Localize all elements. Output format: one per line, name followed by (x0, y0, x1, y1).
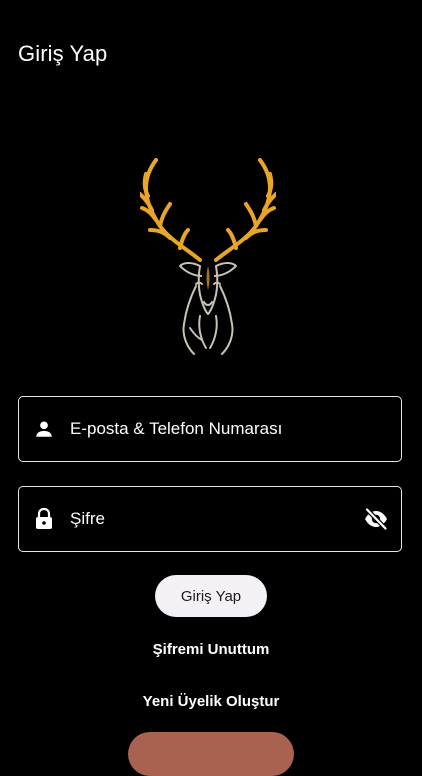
person-icon (32, 417, 56, 441)
password-field[interactable]: Şifre (18, 486, 402, 552)
email-field[interactable]: E-posta & Telefon Numarası (18, 396, 402, 462)
register-link[interactable]: Yeni Üyelik Oluştur (0, 693, 422, 710)
eye-off-icon[interactable] (363, 506, 389, 532)
page-title: Giriş Yap (18, 41, 108, 66)
forgot-password-link[interactable]: Şifremi Unuttum (0, 641, 422, 658)
login-button[interactable]: Giriş Yap (155, 575, 267, 617)
lock-icon (32, 507, 56, 531)
bottom-action-button[interactable] (128, 732, 294, 776)
email-field-placeholder: E-posta & Telefon Numarası (70, 419, 283, 438)
deer-logo (138, 158, 278, 358)
password-field-placeholder: Şifre (70, 509, 105, 528)
deer-antlers-logo-icon (138, 158, 278, 355)
